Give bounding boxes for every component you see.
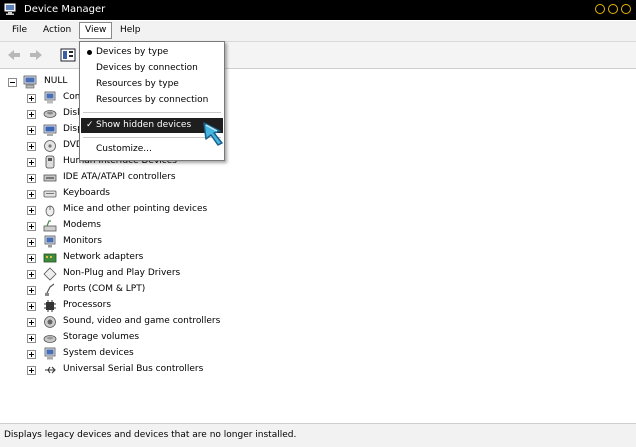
checkmark-icon: ✓ xyxy=(86,120,94,130)
tree-item-label: Modems xyxy=(63,220,101,230)
network-adapter-icon xyxy=(43,253,57,263)
tree-item[interactable]: Sound, video and game controllers xyxy=(0,314,400,330)
menu-item-resources-by-connection[interactable]: Resources by connection xyxy=(81,93,223,108)
tree-item[interactable]: Processors xyxy=(0,298,400,314)
forward-arrow-icon[interactable] xyxy=(28,47,44,63)
menu-item-resources-by-type[interactable]: Resources by type xyxy=(81,77,223,92)
expand-toggle[interactable] xyxy=(27,110,36,119)
menu-bar: File Action View Help xyxy=(0,21,636,42)
tree-item-label: Mice and other pointing devices xyxy=(63,204,208,214)
menu-file[interactable]: File xyxy=(7,23,32,38)
tree-item-label: IDE ATA/ATAPI controllers xyxy=(63,172,176,182)
tree-root-label: NULL xyxy=(44,76,68,86)
tree-item-label: System devices xyxy=(63,348,134,358)
expand-toggle[interactable] xyxy=(27,158,36,167)
tree-item-label: Storage volumes xyxy=(63,332,140,342)
tree-item[interactable]: IDE ATA/ATAPI controllers xyxy=(0,170,400,186)
tree-item[interactable]: System devices xyxy=(0,346,400,362)
expand-toggle[interactable] xyxy=(27,254,36,263)
menu-item-devices-by-type[interactable]: Devices by type xyxy=(81,45,223,60)
ide-controller-icon xyxy=(43,174,57,182)
menu-item-devices-by-connection[interactable]: Devices by connection xyxy=(81,61,223,76)
tree-item-label: Sound, video and game controllers xyxy=(63,316,221,326)
expand-toggle[interactable] xyxy=(27,286,36,295)
expand-toggle[interactable] xyxy=(27,222,36,231)
collapse-toggle[interactable] xyxy=(8,78,17,87)
hand-pointer-cursor-icon xyxy=(203,122,223,146)
expand-toggle[interactable] xyxy=(27,190,36,199)
tree-item-label: Processors xyxy=(63,300,112,310)
tree-item-label: Keyboards xyxy=(63,188,110,198)
window-title: Device Manager xyxy=(24,4,106,15)
tree-item[interactable]: Modems xyxy=(0,218,400,234)
tree-item-label: Universal Serial Bus controllers xyxy=(63,364,204,374)
tree-item[interactable]: Storage volumes xyxy=(0,330,400,346)
monitor-icon xyxy=(44,235,56,248)
expand-toggle[interactable] xyxy=(27,238,36,247)
back-arrow-icon[interactable] xyxy=(6,47,22,63)
expand-toggle[interactable] xyxy=(27,126,36,135)
tree-item-label: Ports (COM & LPT) xyxy=(63,284,146,294)
tree-item[interactable]: Non-Plug and Play Drivers xyxy=(0,266,400,282)
sound-icon xyxy=(44,316,56,328)
close-button[interactable] xyxy=(621,4,631,14)
modem-icon xyxy=(43,220,57,232)
mouse-icon xyxy=(45,205,55,217)
status-bar: Displays legacy devices and devices that… xyxy=(0,423,636,447)
tree-item-label: Network adapters xyxy=(63,252,144,262)
expand-toggle[interactable] xyxy=(27,334,36,343)
tree-item[interactable]: Monitors xyxy=(0,234,400,250)
hid-icon xyxy=(45,155,55,169)
tree-item[interactable]: Network adapters xyxy=(0,250,400,266)
expand-toggle[interactable] xyxy=(27,302,36,311)
keyboard-icon xyxy=(43,190,57,198)
tree-item-label: Non-Plug and Play Drivers xyxy=(63,268,181,278)
device-manager-window: Device Manager File Action View Help NUL… xyxy=(0,0,636,447)
computer-icon xyxy=(44,91,56,104)
expand-toggle[interactable] xyxy=(27,350,36,359)
maximize-button[interactable] xyxy=(608,4,618,14)
tree-item[interactable]: Universal Serial Bus controllers xyxy=(0,362,400,378)
tree-item-label: Monitors xyxy=(63,236,102,246)
expand-toggle[interactable] xyxy=(27,206,36,215)
expand-toggle[interactable] xyxy=(27,366,36,375)
port-icon xyxy=(45,283,55,296)
disk-drive-icon xyxy=(43,110,57,118)
device-manager-icon xyxy=(4,3,16,15)
driver-icon xyxy=(43,267,57,281)
expand-toggle[interactable] xyxy=(27,94,36,103)
menu-separator xyxy=(83,112,221,113)
usb-icon xyxy=(45,366,56,374)
dvd-drive-icon xyxy=(44,140,56,152)
system-device-icon xyxy=(44,347,56,360)
tree-item[interactable]: Mice and other pointing devices xyxy=(0,202,400,218)
storage-volume-icon xyxy=(43,335,57,343)
menu-action[interactable]: Action xyxy=(38,23,76,38)
selected-bullet-icon xyxy=(87,50,92,55)
tree-item[interactable]: Keyboards xyxy=(0,186,400,202)
properties-icon[interactable] xyxy=(60,47,76,63)
processor-icon xyxy=(44,300,56,312)
expand-toggle[interactable] xyxy=(27,270,36,279)
status-text: Displays legacy devices and devices that… xyxy=(4,430,297,440)
menu-view[interactable]: View xyxy=(79,22,113,39)
menu-help[interactable]: Help xyxy=(115,23,146,38)
expand-toggle[interactable] xyxy=(27,318,36,327)
tree-item[interactable]: Ports (COM & LPT) xyxy=(0,282,400,298)
minimize-button[interactable] xyxy=(595,4,605,14)
title-bar[interactable]: Device Manager xyxy=(0,0,636,20)
expand-toggle[interactable] xyxy=(27,142,36,151)
expand-toggle[interactable] xyxy=(27,174,36,183)
computer-icon xyxy=(23,75,37,89)
display-adapter-icon xyxy=(43,124,57,136)
